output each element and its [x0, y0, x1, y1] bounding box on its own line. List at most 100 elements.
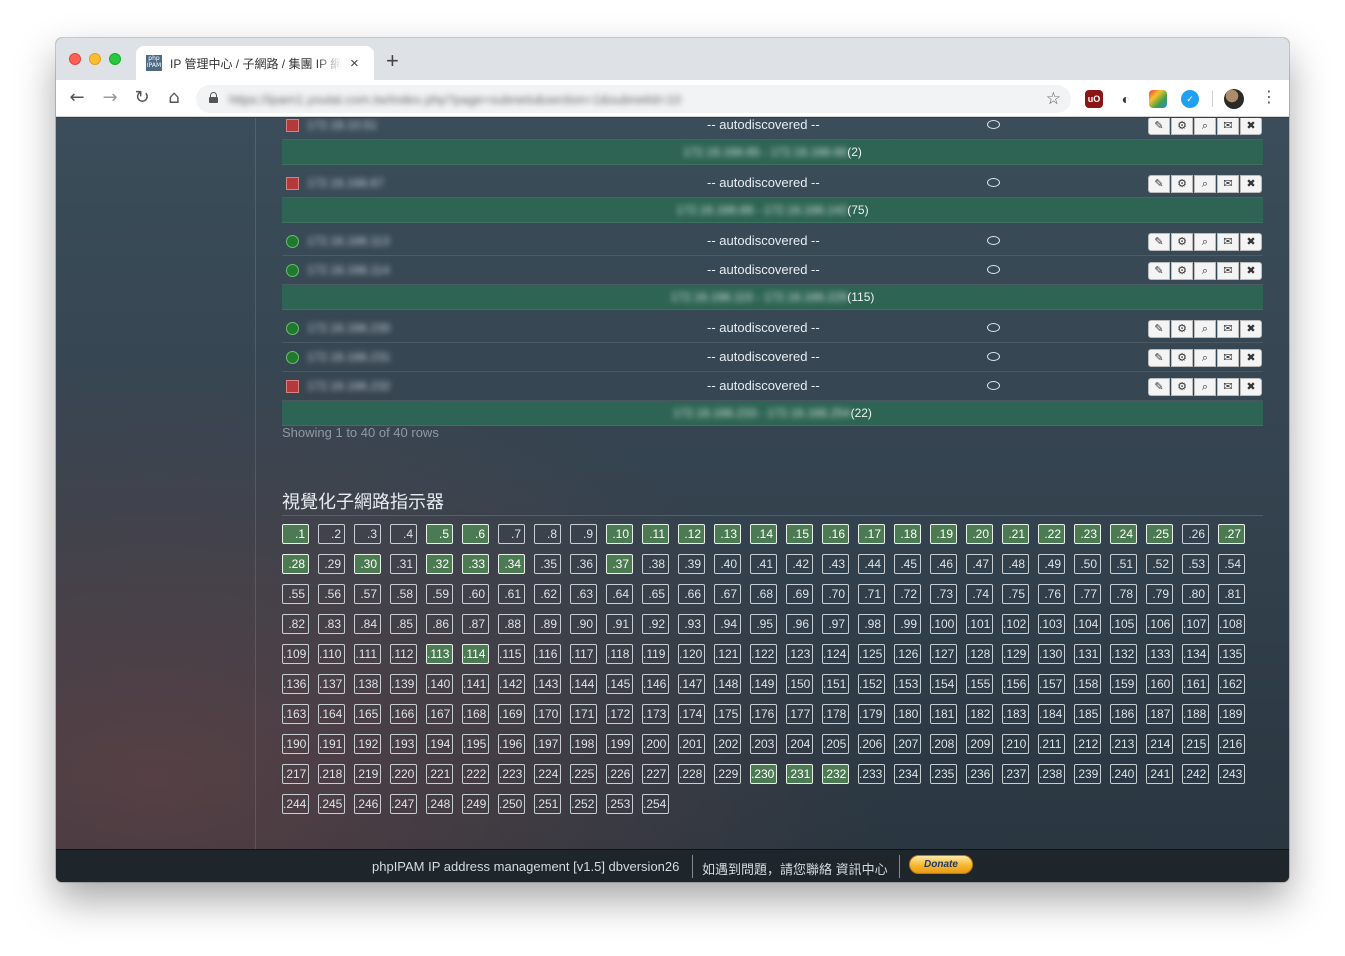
address-cell-free[interactable]: .68: [750, 584, 777, 604]
maximize-window-button[interactable]: [109, 53, 121, 65]
comment-icon[interactable]: [987, 381, 1000, 390]
address-cell-free[interactable]: .162: [1218, 674, 1245, 694]
address-cell-free[interactable]: .182: [966, 704, 993, 724]
address-cell-free[interactable]: .175: [714, 704, 741, 724]
address-cell-free[interactable]: .241: [1146, 764, 1173, 784]
address-cell-free[interactable]: .235: [930, 764, 957, 784]
address-cell-free[interactable]: .64: [606, 584, 633, 604]
address-cell-free[interactable]: .82: [282, 614, 309, 634]
address-cell-free[interactable]: .145: [606, 674, 633, 694]
edit-icon[interactable]: ✎: [1148, 118, 1170, 135]
address-cell-used[interactable]: .16: [822, 524, 849, 544]
search-icon[interactable]: ⌕: [1194, 118, 1216, 135]
tab-close-icon[interactable]: ×: [350, 56, 359, 71]
address-cell-free[interactable]: .178: [822, 704, 849, 724]
ip-address[interactable]: 172.16.166.67: [307, 176, 384, 190]
address-cell-free[interactable]: .133: [1146, 644, 1173, 664]
address-cell-free[interactable]: .185: [1074, 704, 1101, 724]
address-cell-used[interactable]: .113: [426, 644, 453, 664]
address-cell-free[interactable]: .237: [1002, 764, 1029, 784]
comment-icon[interactable]: [987, 323, 1000, 332]
address-cell-free[interactable]: .120: [678, 644, 705, 664]
address-cell-free[interactable]: .159: [1110, 674, 1137, 694]
address-cell-free[interactable]: .216: [1218, 734, 1245, 754]
free-range-row[interactable]: 172.16.166.115 - 172.16.166.229(115): [282, 285, 1263, 310]
address-cell-used[interactable]: .11: [642, 524, 669, 544]
address-cell-used[interactable]: .232: [822, 764, 849, 784]
address-cell-free[interactable]: .193: [390, 734, 417, 754]
address-cell-free[interactable]: .122: [750, 644, 777, 664]
address-cell-free[interactable]: .110: [318, 644, 345, 664]
cogs-icon[interactable]: ⚙: [1171, 320, 1193, 338]
address-cell-free[interactable]: .218: [318, 764, 345, 784]
address-cell-free[interactable]: .160: [1146, 674, 1173, 694]
address-cell-free[interactable]: .112: [390, 644, 417, 664]
address-cell-free[interactable]: .138: [354, 674, 381, 694]
address-cell-free[interactable]: .69: [786, 584, 813, 604]
address-cell-free[interactable]: .103: [1038, 614, 1065, 634]
address-cell-free[interactable]: .183: [1002, 704, 1029, 724]
ip-address[interactable]: 172.16.166.232: [307, 379, 390, 393]
comment-icon[interactable]: [987, 352, 1000, 361]
forward-icon[interactable]: →: [99, 87, 121, 109]
ip-address[interactable]: 172.18.10.51: [307, 118, 377, 132]
ip-address[interactable]: 172.16.166.231: [307, 350, 390, 364]
address-cell-free[interactable]: .108: [1218, 614, 1245, 634]
address-cell-used[interactable]: .19: [930, 524, 957, 544]
address-cell-free[interactable]: .166: [390, 704, 417, 724]
address-cell-free[interactable]: .152: [858, 674, 885, 694]
ip-address[interactable]: 172.16.166.114: [307, 263, 390, 277]
address-cell-free[interactable]: .119: [642, 644, 669, 664]
address-cell-free[interactable]: .179: [858, 704, 885, 724]
edit-icon[interactable]: ✎: [1148, 175, 1170, 193]
avatar[interactable]: [1224, 89, 1244, 109]
address-cell-free[interactable]: .246: [354, 794, 381, 814]
address-cell-free[interactable]: .51: [1110, 554, 1137, 574]
address-cell-free[interactable]: .83: [318, 614, 345, 634]
address-cell-free[interactable]: .214: [1146, 734, 1173, 754]
address-cell-free[interactable]: .131: [1074, 644, 1101, 664]
ip-address-row[interactable]: 172.18.10.51 -- autodiscovered -- ✎ ⚙ ⌕ ✉ ✖: [282, 118, 1263, 140]
address-cell-free[interactable]: .88: [498, 614, 525, 634]
envelope-icon[interactable]: ✉: [1217, 118, 1239, 135]
delete-icon[interactable]: ✖: [1240, 175, 1262, 193]
address-cell-free[interactable]: .118: [606, 644, 633, 664]
address-cell-free[interactable]: .150: [786, 674, 813, 694]
address-cell-used[interactable]: .15: [786, 524, 813, 544]
address-cell-free[interactable]: .240: [1110, 764, 1137, 784]
home-icon[interactable]: ⌂: [163, 87, 185, 109]
address-cell-used[interactable]: .5: [426, 524, 453, 544]
address-cell-free[interactable]: .26: [1182, 524, 1209, 544]
address-cell-free[interactable]: .66: [678, 584, 705, 604]
address-cell-free[interactable]: .189: [1218, 704, 1245, 724]
address-cell-free[interactable]: .188: [1182, 704, 1209, 724]
search-icon[interactable]: ⌕: [1194, 378, 1216, 396]
address-cell-free[interactable]: .199: [606, 734, 633, 754]
address-cell-free[interactable]: .130: [1038, 644, 1065, 664]
delete-icon[interactable]: ✖: [1240, 349, 1262, 367]
address-cell-free[interactable]: .132: [1110, 644, 1137, 664]
address-cell-free[interactable]: .249: [462, 794, 489, 814]
address-cell-free[interactable]: .67: [714, 584, 741, 604]
address-cell-free[interactable]: .139: [390, 674, 417, 694]
edit-icon[interactable]: ✎: [1148, 262, 1170, 280]
address-cell-free[interactable]: .105: [1110, 614, 1137, 634]
search-icon[interactable]: ⌕: [1194, 233, 1216, 251]
minimize-window-button[interactable]: [89, 53, 101, 65]
address-cell-free[interactable]: .198: [570, 734, 597, 754]
address-cell-used[interactable]: .12: [678, 524, 705, 544]
address-cell-free[interactable]: .86: [426, 614, 453, 634]
address-cell-free[interactable]: .220: [390, 764, 417, 784]
cogs-icon[interactable]: ⚙: [1171, 233, 1193, 251]
address-cell-free[interactable]: .73: [930, 584, 957, 604]
address-cell-free[interactable]: .213: [1110, 734, 1137, 754]
address-cell-free[interactable]: .196: [498, 734, 525, 754]
address-cell-free[interactable]: .154: [930, 674, 957, 694]
address-cell-free[interactable]: .135: [1218, 644, 1245, 664]
address-cell-free[interactable]: .59: [426, 584, 453, 604]
address-cell-used[interactable]: .6: [462, 524, 489, 544]
address-cell-free[interactable]: .35: [534, 554, 561, 574]
address-cell-free[interactable]: .170: [534, 704, 561, 724]
address-cell-free[interactable]: .126: [894, 644, 921, 664]
colorful-extension-icon[interactable]: [1149, 90, 1167, 108]
